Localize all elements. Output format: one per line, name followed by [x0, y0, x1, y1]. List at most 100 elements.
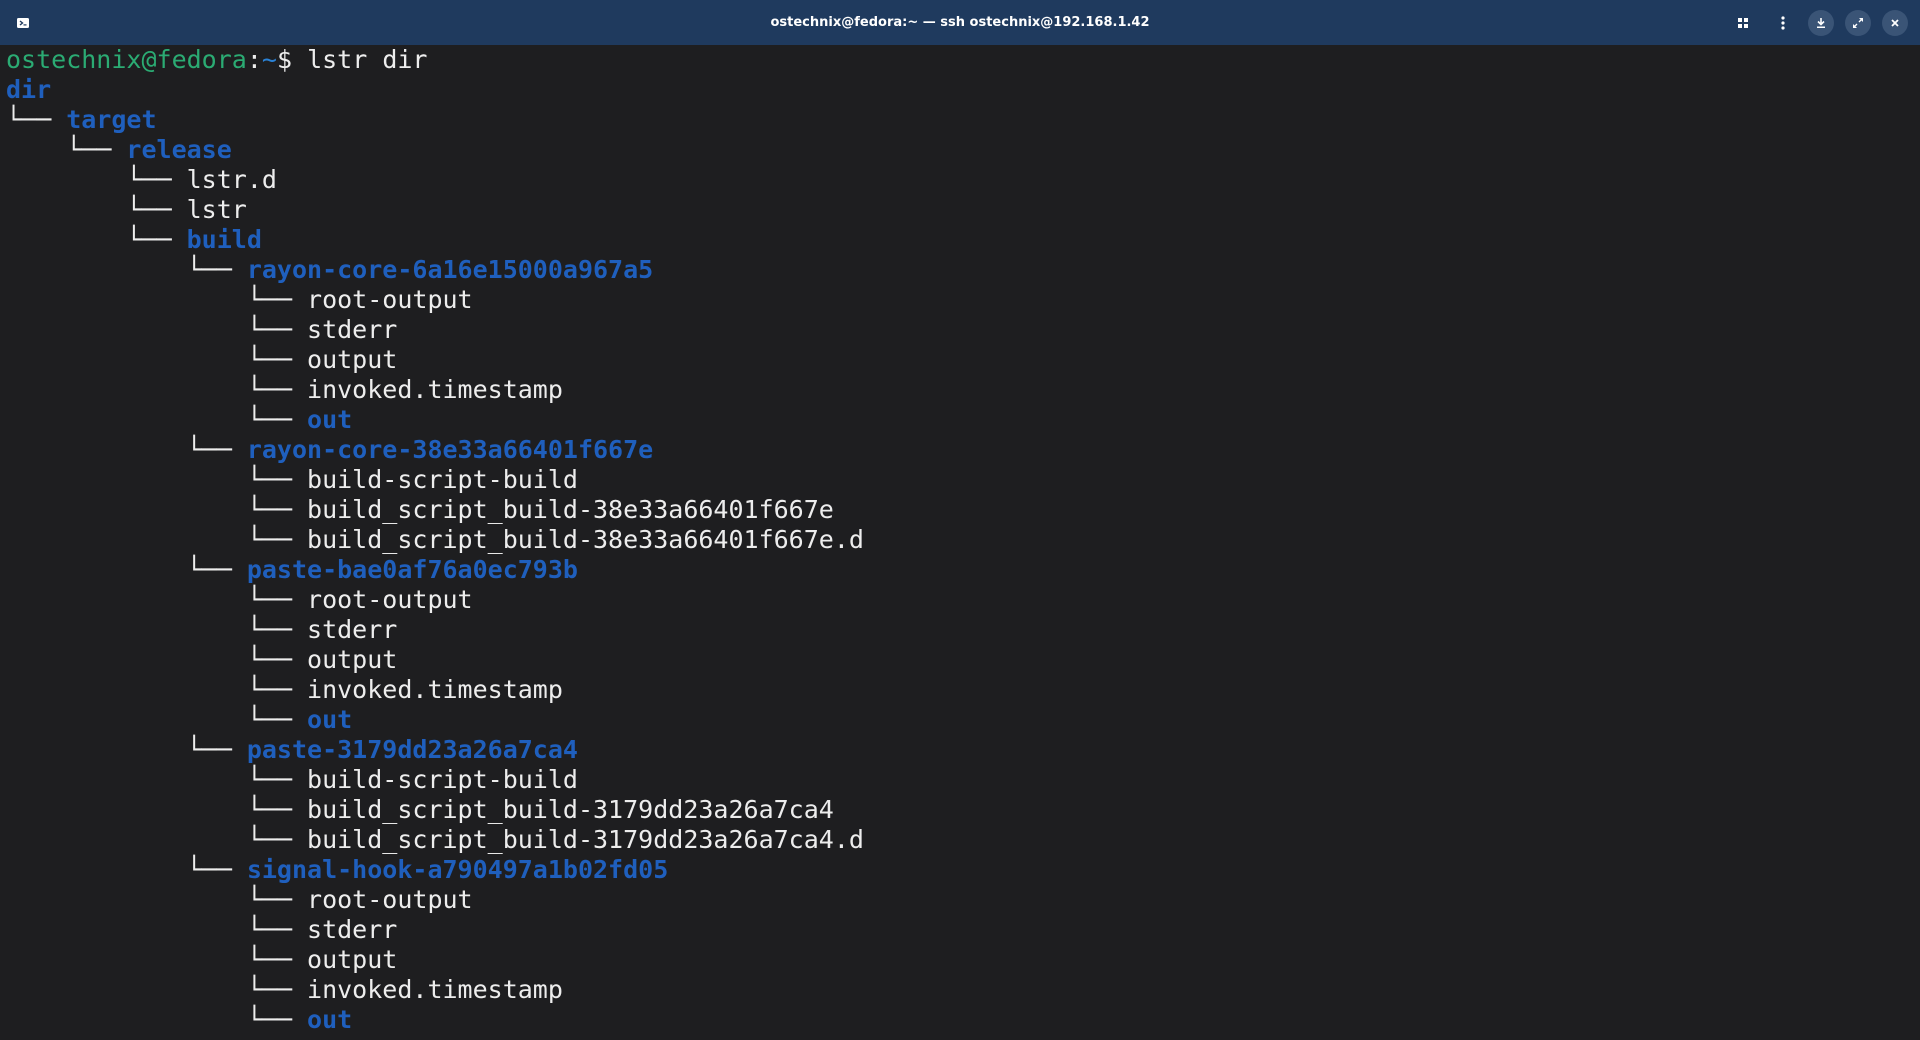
tree-entry: └── stderr: [0, 615, 1920, 645]
tree-branch: └──: [6, 705, 308, 734]
tree-entry: └── invoked.timestamp: [0, 675, 1920, 705]
tree-entry: └── out: [0, 1005, 1920, 1035]
download-icon[interactable]: [1808, 10, 1834, 36]
directory-name: out: [307, 705, 353, 734]
file-name: lstr.d: [186, 165, 277, 194]
close-icon[interactable]: [1882, 10, 1908, 36]
file-name: build_script_build-3179dd23a26a7ca4.d: [307, 825, 864, 854]
file-name: output: [307, 345, 398, 374]
file-name: root-output: [307, 285, 473, 314]
directory-name: dir: [6, 75, 52, 104]
tree-branch: └──: [6, 165, 187, 194]
tree-branch: └──: [6, 585, 308, 614]
grid-icon[interactable]: [1730, 10, 1756, 36]
file-name: output: [307, 945, 398, 974]
tree-entry: └── target: [0, 105, 1920, 135]
file-name: root-output: [307, 885, 473, 914]
tree-entry: └── paste-bae0af76a0ec793b: [0, 555, 1920, 585]
tree-branch: └──: [6, 375, 308, 404]
tree-branch: └──: [6, 225, 187, 254]
tree-branch: └──: [6, 495, 308, 524]
file-name: output: [307, 645, 398, 674]
prompt-separator: :: [246, 45, 262, 74]
tree-branch: └──: [6, 405, 308, 434]
tree-entry: └── build_script_build-38e33a66401f667e: [0, 495, 1920, 525]
tree-branch: └──: [6, 255, 247, 284]
tree-entry: └── release: [0, 135, 1920, 165]
directory-name: rayon-core-38e33a66401f667e: [246, 435, 654, 464]
tree-entry: └── output: [0, 645, 1920, 675]
directory-tree: dir └── target └── release └── lstr.d └──…: [0, 75, 1920, 1035]
tree-branch: └──: [6, 765, 308, 794]
file-name: stderr: [307, 315, 398, 344]
tree-entry: └── build_script_build-3179dd23a26a7ca4: [0, 795, 1920, 825]
directory-name: out: [307, 1005, 353, 1034]
file-name: build-script-build: [307, 465, 578, 494]
tree-branch: └──: [6, 285, 308, 314]
tree-entry: └── lstr: [0, 195, 1920, 225]
tree-branch: └──: [6, 735, 247, 764]
file-name: build_script_build-3179dd23a26a7ca4: [307, 795, 834, 824]
tree-entry: └── root-output: [0, 885, 1920, 915]
file-name: invoked.timestamp: [307, 675, 563, 704]
directory-name: target: [66, 105, 157, 134]
file-name: lstr: [186, 195, 247, 224]
tree-entry: └── output: [0, 345, 1920, 375]
file-name: build_script_build-38e33a66401f667e.d: [307, 525, 864, 554]
tree-branch: └──: [6, 825, 308, 854]
directory-name: release: [126, 135, 232, 164]
tree-entry: └── out: [0, 705, 1920, 735]
prompt-path: ~: [261, 45, 277, 74]
window-title: ostechnix@fedora:~ — ssh ostechnix@192.1…: [770, 15, 1150, 30]
tree-entry: └── lstr.d: [0, 165, 1920, 195]
tree-entry: └── root-output: [0, 285, 1920, 315]
tree-entry: └── out: [0, 405, 1920, 435]
tree-branch: └──: [6, 615, 308, 644]
tree-entry: └── build: [0, 225, 1920, 255]
tree-branch: └──: [6, 885, 308, 914]
directory-name: paste-3179dd23a26a7ca4: [246, 735, 578, 764]
tree-branch: └──: [6, 945, 308, 974]
tree-entry: └── rayon-core-38e33a66401f667e: [0, 435, 1920, 465]
tree-branch: └──: [6, 195, 187, 224]
tree-branch: └──: [6, 105, 67, 134]
kebab-menu-icon[interactable]: [1770, 10, 1796, 36]
file-name: root-output: [307, 585, 473, 614]
directory-name: signal-hook-a790497a1b02fd05: [246, 855, 669, 884]
tree-entry: └── paste-3179dd23a26a7ca4: [0, 735, 1920, 765]
file-name: stderr: [307, 615, 398, 644]
tree-entry: dir: [0, 75, 1920, 105]
tree-entry: └── invoked.timestamp: [0, 375, 1920, 405]
tree-branch: └──: [6, 135, 127, 164]
tree-branch: └──: [6, 525, 308, 554]
tree-entry: └── stderr: [0, 915, 1920, 945]
file-name: invoked.timestamp: [307, 375, 563, 404]
terminal-output[interactable]: ostechnix@fedora:~$ lstr dir dir └── targ…: [0, 45, 1920, 1040]
tree-branch: └──: [6, 435, 247, 464]
tree-branch: └──: [6, 645, 308, 674]
tree-entry: └── build_script_build-38e33a66401f667e.…: [0, 525, 1920, 555]
tree-branch: └──: [6, 975, 308, 1004]
file-name: build_script_build-38e33a66401f667e: [307, 495, 834, 524]
tree-entry: └── build-script-build: [0, 765, 1920, 795]
tree-branch: └──: [6, 345, 308, 374]
prompt-user-host: ostechnix@fedora: [6, 45, 247, 74]
tree-entry: └── root-output: [0, 585, 1920, 615]
tree-entry: └── invoked.timestamp: [0, 975, 1920, 1005]
tree-branch: └──: [6, 795, 308, 824]
tree-branch: └──: [6, 315, 308, 344]
tree-branch: └──: [6, 675, 308, 704]
tree-branch: └──: [6, 555, 247, 584]
file-name: invoked.timestamp: [307, 975, 563, 1004]
tree-entry: └── rayon-core-6a16e15000a967a5: [0, 255, 1920, 285]
restore-icon[interactable]: [1845, 10, 1871, 36]
directory-name: paste-bae0af76a0ec793b: [246, 555, 578, 584]
directory-name: rayon-core-6a16e15000a967a5: [246, 255, 654, 284]
tree-branch: └──: [6, 855, 247, 884]
file-name: stderr: [307, 915, 398, 944]
tree-entry: └── build-script-build: [0, 465, 1920, 495]
file-name: build-script-build: [307, 765, 578, 794]
tree-entry: └── build_script_build-3179dd23a26a7ca4.…: [0, 825, 1920, 855]
command-prompt-line: ostechnix@fedora:~$ lstr dir: [0, 45, 1920, 75]
tree-branch: └──: [6, 465, 308, 494]
